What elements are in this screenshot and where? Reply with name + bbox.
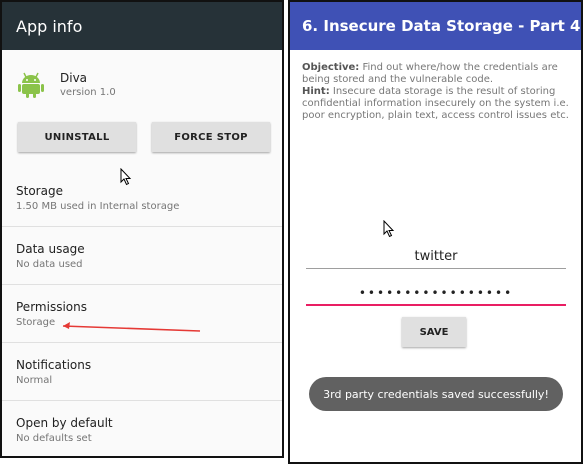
list-item-title: Open by default (16, 416, 113, 430)
password-field[interactable]: ••••••••••••••••• (306, 282, 566, 306)
save-button[interactable]: SAVE (402, 317, 466, 347)
list-item-notifications[interactable]: Notifications Normal (2, 343, 282, 401)
hint-text: Insecure data storage is the result of s… (302, 86, 569, 121)
list-item-subtitle: No defaults set (16, 433, 92, 444)
mouse-pointer-icon (120, 168, 132, 186)
toast-message: 3rd party credentials saved successfully… (309, 377, 563, 411)
app-version: version 1.0 (60, 86, 116, 98)
annotation-arrow-icon (62, 322, 201, 332)
objective-label: Objective: (302, 62, 360, 73)
list-item-subtitle: No data used (16, 258, 83, 270)
list-item-subtitle: Normal (16, 374, 53, 386)
list-item-open-by-default[interactable]: Open by default No defaults set (2, 401, 282, 456)
challenge-description: Objective: Find out where/how the creden… (290, 50, 581, 122)
mouse-pointer-icon (383, 220, 395, 238)
list-item-title: Notifications (16, 357, 92, 372)
challenge-appbar: 6. Insecure Data Storage - Part 4 (290, 2, 581, 50)
list-item-data-usage[interactable]: Data usage No data used (2, 227, 282, 285)
app-info-screen: App info Diva version 1.0 UNINSTALL FORC… (0, 0, 284, 458)
username-field[interactable]: twitter (306, 246, 566, 269)
list-item-subtitle: 1.50 MB used in Internal storage (16, 200, 180, 212)
insecure-storage-screen: 6. Insecure Data Storage - Part 4 Object… (288, 0, 583, 464)
android-app-icon (16, 69, 46, 99)
hint-label: Hint: (302, 86, 330, 97)
list-item-storage[interactable]: Storage 1.50 MB used in Internal storage (2, 169, 282, 227)
appbar-title: App info (16, 16, 83, 36)
challenge-title: 6. Insecure Data Storage - Part 4 (302, 17, 581, 35)
uninstall-button[interactable]: UNINSTALL (18, 122, 136, 152)
app-name: Diva (60, 70, 88, 85)
list-item-title: Permissions (16, 299, 87, 314)
settings-list: Storage 1.50 MB used in Internal storage… (2, 169, 282, 456)
list-item-title: Data usage (16, 241, 85, 256)
list-item-title: Storage (16, 183, 63, 198)
app-info-appbar: App info (2, 2, 282, 50)
force-stop-button[interactable]: FORCE STOP (152, 122, 270, 152)
action-buttons: UNINSTALL FORCE STOP (2, 104, 282, 152)
app-header: Diva version 1.0 (2, 50, 282, 104)
